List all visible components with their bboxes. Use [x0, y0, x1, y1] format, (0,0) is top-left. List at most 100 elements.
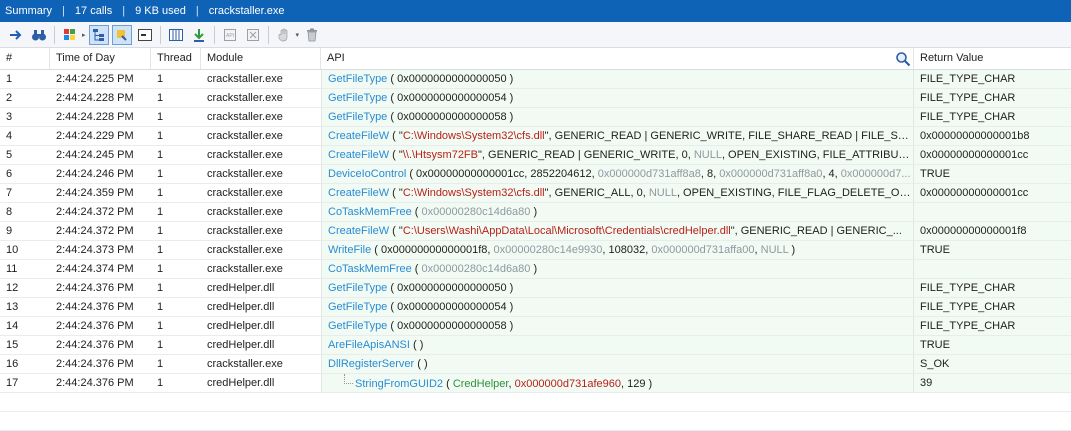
table-row[interactable]: 14 2:44:24.376 PM 1 credHelper.dll GetFileTy…	[0, 317, 1071, 336]
arrow-right-icon[interactable]	[6, 25, 26, 45]
chevron-down-icon[interactable]: ▸	[82, 31, 86, 39]
api-argument: ", GENERIC_READ | GENERIC_WRITE, 0,	[478, 149, 694, 161]
call-module: crackstaller.exe	[207, 130, 283, 142]
columns-icon[interactable]	[166, 25, 186, 45]
call-thread: 1	[157, 282, 164, 294]
export-down-icon[interactable]	[189, 25, 209, 45]
highlight-icon[interactable]	[111, 24, 132, 45]
api-argument: ( "	[389, 149, 403, 161]
call-time: 2:44:24.373 PM	[56, 244, 134, 256]
call-thread: 1	[157, 244, 164, 256]
call-return-value	[914, 203, 1071, 221]
call-time: 2:44:24.372 PM	[56, 225, 134, 237]
table-row[interactable]: 6 2:44:24.246 PM 1 crackstaller.exe DeviceIo…	[0, 165, 1071, 184]
call-time: 2:44:24.374 PM	[56, 263, 134, 275]
table-row[interactable]: 17 2:44:24.376 PM 1 credHelper.dll StringFro…	[0, 374, 1071, 393]
api-function-name[interactable]: GetFileType	[328, 320, 387, 332]
call-time: 2:44:24.376 PM	[56, 339, 134, 351]
process-name: crackstaller.exe	[208, 5, 285, 17]
table-row[interactable]: 16 2:44:24.376 PM 1 crackstaller.exe DllRegi…	[0, 355, 1071, 374]
call-thread: 1	[157, 149, 164, 161]
api-function-name[interactable]: CoTaskMemFree	[328, 206, 412, 218]
call-return-value: TRUE	[914, 165, 1071, 183]
api-function-name[interactable]: GetFileType	[328, 92, 387, 104]
api-argument: (	[443, 378, 453, 390]
table-row[interactable]: 7 2:44:24.359 PM 1 crackstaller.exe CreateFi…	[0, 184, 1071, 203]
api-argument: ( "	[389, 225, 403, 237]
call-return-value: 39	[914, 374, 1071, 392]
table-row[interactable]: 9 2:44:24.372 PM 1 crackstaller.exe CreateFi…	[0, 222, 1071, 241]
table-row[interactable]: 4 2:44:24.229 PM 1 crackstaller.exe CreateFi…	[0, 127, 1071, 146]
table-row[interactable]: 3 2:44:24.228 PM 1 crackstaller.exe GetFileT…	[0, 108, 1071, 127]
api-function-name[interactable]: GetFileType	[328, 301, 387, 313]
api-function-name[interactable]: CreateFileW	[328, 225, 389, 237]
api-argument: ( "	[389, 130, 403, 142]
chevron-down-icon[interactable]: ▾	[296, 31, 300, 39]
api-function-name[interactable]: CreateFileW	[328, 187, 389, 199]
api-doc-icon[interactable]: API	[220, 25, 240, 45]
call-thread: 1	[157, 358, 164, 370]
call-module: crackstaller.exe	[207, 358, 283, 370]
api-function-name[interactable]: DllRegisterServer	[328, 358, 414, 370]
trash-icon[interactable]	[302, 25, 322, 45]
call-return-value: FILE_TYPE_CHAR	[914, 70, 1071, 88]
api-function-name[interactable]: GetFileType	[328, 73, 387, 85]
call-thread: 1	[157, 339, 164, 351]
api-function-name[interactable]: GetFileType	[328, 282, 387, 294]
api-function-name[interactable]: GetFileType	[328, 111, 387, 123]
api-function-name[interactable]: DeviceIoControl	[328, 168, 406, 180]
call-api: CoTaskMemFree ( 0x00000280c14d6a80 )	[321, 260, 914, 278]
hand-icon[interactable]	[274, 25, 294, 45]
table-row[interactable]: 1 2:44:24.225 PM 1 crackstaller.exe GetFileT…	[0, 70, 1071, 89]
call-number: 7	[6, 187, 13, 199]
binoculars-icon[interactable]	[29, 25, 49, 45]
api-argument: ( 0x0000000000000050 )	[387, 73, 514, 85]
column-header-module[interactable]: Module	[201, 48, 321, 69]
console-icon[interactable]	[135, 25, 155, 45]
api-function-name[interactable]: WriteFile	[328, 244, 371, 256]
table-row[interactable]: 2 2:44:24.228 PM 1 crackstaller.exe GetFileT…	[0, 89, 1071, 108]
table-row[interactable]: 11 2:44:24.374 PM 1 crackstaller.exe CoTaskM…	[0, 260, 1071, 279]
column-header: # Time of Day Thread Module API Return V…	[0, 48, 1071, 70]
call-thread: 1	[157, 130, 164, 142]
table-row[interactable]: 15 2:44:24.376 PM 1 credHelper.dll AreFileAp…	[0, 336, 1071, 355]
api-argument: ( 0x0000000000000058 )	[387, 111, 514, 123]
empty-row	[0, 412, 1071, 431]
column-header-thread[interactable]: Thread	[151, 48, 201, 69]
api-function-name[interactable]: StringFromGUID2	[355, 378, 443, 390]
call-thread: 1	[157, 92, 164, 104]
api-argument: (	[411, 206, 422, 218]
call-thread: 1	[157, 263, 164, 275]
call-thread: 1	[157, 225, 164, 237]
api-argument: )	[788, 244, 796, 256]
api-delete-icon[interactable]	[243, 25, 263, 45]
calls-count: 17 calls	[74, 5, 113, 17]
call-thread: 1	[157, 73, 164, 85]
table-row[interactable]: 12 2:44:24.376 PM 1 credHelper.dll GetFileTy…	[0, 279, 1071, 298]
table-row[interactable]: 5 2:44:24.245 PM 1 crackstaller.exe CreateFi…	[0, 146, 1071, 165]
api-argument: ( "	[389, 187, 403, 199]
call-time: 2:44:24.225 PM	[56, 73, 134, 85]
call-module: crackstaller.exe	[207, 168, 283, 180]
tree-view-icon[interactable]	[88, 24, 109, 45]
api-argument: , 4,	[822, 168, 841, 180]
table-row[interactable]: 10 2:44:24.373 PM 1 crackstaller.exe WriteFi…	[0, 241, 1071, 260]
call-api: CreateFileW ( "C:\Windows\System32\cfs.d…	[321, 184, 914, 202]
table-row[interactable]: 8 2:44:24.372 PM 1 crackstaller.exe CoTaskMe…	[0, 203, 1071, 222]
api-function-name[interactable]: AreFileApisANSI	[328, 339, 410, 351]
column-header-time[interactable]: Time of Day	[50, 48, 151, 69]
api-function-name[interactable]: CreateFileW	[328, 130, 389, 142]
call-number: 3	[6, 111, 13, 123]
summary-tab[interactable]: Summary	[5, 5, 52, 17]
column-header-api[interactable]: API	[321, 48, 914, 69]
search-icon[interactable]	[895, 51, 911, 69]
call-thread: 1	[157, 187, 164, 199]
api-function-name[interactable]: CoTaskMemFree	[328, 263, 412, 275]
api-function-name[interactable]: CreateFileW	[328, 149, 389, 161]
api-argument: ( 0x0000000000000054 )	[387, 301, 514, 313]
call-return-value: TRUE	[914, 241, 1071, 259]
table-row[interactable]: 13 2:44:24.376 PM 1 credHelper.dll GetFileTy…	[0, 298, 1071, 317]
column-header-number[interactable]: #	[0, 48, 50, 69]
color-grid-icon[interactable]	[60, 25, 80, 45]
column-header-return[interactable]: Return Value	[914, 48, 1071, 69]
